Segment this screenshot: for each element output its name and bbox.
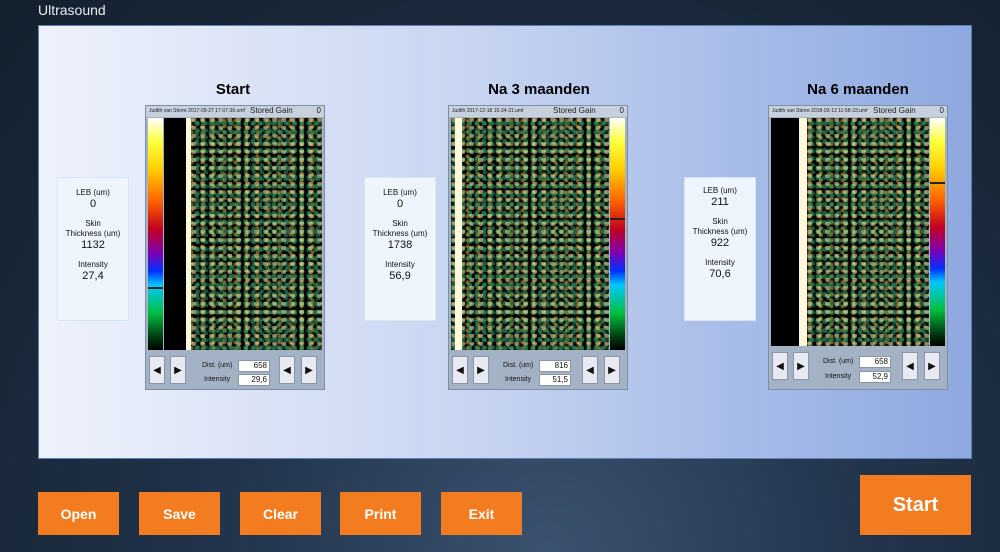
colorbar: [148, 118, 163, 350]
scan-header: Judith 2017-12-18 15-34-31.umf Stored Ga…: [449, 106, 627, 117]
leb-value: 0: [396, 198, 404, 210]
next-left-icon[interactable]: ▶: [170, 356, 186, 384]
intensity-readout-value[interactable]: 52,9: [859, 371, 891, 383]
skin-thickness-value: 1738: [387, 239, 413, 251]
start-button[interactable]: Start: [860, 475, 971, 535]
print-button[interactable]: Print: [340, 492, 421, 535]
measurement-box-6-months: LEB (um) 211 Skin Thickness (um) 922 Int…: [684, 177, 756, 321]
intensity-value: 56,9: [389, 270, 411, 282]
dist-label: Dist. (um): [202, 362, 233, 369]
leb-value: 211: [711, 196, 729, 208]
scan-header: Judith van Sterre 2018-03-13 11-58-33.um…: [769, 106, 947, 117]
image-dark-edge: [771, 118, 799, 346]
exit-button[interactable]: Exit: [441, 492, 522, 535]
skin-thickness-value: 922: [710, 237, 730, 249]
next-right-icon[interactable]: ▶: [301, 356, 317, 384]
ultrasound-image[interactable]: [451, 118, 609, 350]
scan-panel-6-months: Judith van Sterre 2018-03-13 11-58-33.um…: [768, 105, 948, 390]
next-left-icon[interactable]: ▶: [473, 356, 489, 384]
dist-value[interactable]: 658: [859, 356, 891, 368]
prev-right-icon[interactable]: ◀: [902, 352, 918, 380]
stored-gain-value: 0: [619, 106, 624, 115]
leb-label: LEB (um): [76, 188, 110, 197]
intensity-value: 27,4: [82, 270, 104, 282]
stored-gain-value: 0: [316, 106, 321, 115]
save-button[interactable]: Save: [139, 492, 220, 535]
next-right-icon[interactable]: ▶: [604, 356, 620, 384]
scan-filename: Judith 2017-12-18 15-34-31.umf: [452, 108, 524, 114]
dist-label: Dist. (um): [503, 362, 534, 369]
measurement-box-start: LEB (um) 0 Skin Thickness (um) 1132 Inte…: [57, 177, 129, 321]
skin-thickness-value: 1132: [81, 239, 105, 251]
dist-label: Dist. (um): [823, 358, 854, 365]
colorbar-marker[interactable]: [610, 217, 625, 220]
image-epidermis-line: [455, 118, 462, 350]
leb-label: LEB (um): [703, 186, 737, 195]
intensity-readout-value[interactable]: 29,6: [238, 374, 270, 386]
leb-value: 0: [89, 198, 97, 210]
dist-value[interactable]: 816: [539, 360, 571, 372]
thickness-label: Thickness (um): [692, 227, 748, 236]
colorbar: [610, 118, 625, 350]
intensity-label: Intensity: [705, 258, 735, 267]
intensity-readout-label: Intensity: [204, 376, 231, 383]
app-title: Ultrasound: [38, 2, 106, 18]
skin-label: Skin: [392, 219, 408, 228]
intensity-readout-label: Intensity: [825, 373, 852, 380]
intensity-value: 70,6: [709, 268, 731, 280]
next-left-icon[interactable]: ▶: [793, 352, 809, 380]
thickness-label: Thickness (um): [65, 229, 121, 238]
series-title-6-months: Na 6 maanden: [807, 81, 909, 98]
intensity-readout-label: Intensity: [505, 376, 532, 383]
scan-panel-3-months: Judith 2017-12-18 15-34-31.umf Stored Ga…: [448, 105, 628, 390]
intensity-label: Intensity: [78, 260, 108, 269]
scan-panel-start: Judith van Sterre 2017-09-27 17-07-30.um…: [145, 105, 325, 390]
open-button[interactable]: Open: [38, 492, 119, 535]
colorbar-marker[interactable]: [148, 287, 163, 290]
series-title-3-months: Na 3 maanden: [488, 81, 590, 98]
ultrasound-image[interactable]: [771, 118, 929, 346]
colorbar: [930, 118, 945, 346]
clear-button[interactable]: Clear: [240, 492, 321, 535]
image-epidermis-line: [186, 118, 191, 350]
scan-filename: Judith van Sterre 2017-09-27 17-07-30.um…: [149, 108, 245, 114]
prev-left-icon[interactable]: ◀: [452, 356, 468, 384]
leb-label: LEB (um): [383, 188, 417, 197]
stored-gain-label: Stored Gain: [873, 106, 916, 115]
skin-label: Skin: [85, 219, 101, 228]
stored-gain-label: Stored Gain: [553, 106, 596, 115]
scan-filename: Judith van Sterre 2018-03-13 11-58-33.um…: [772, 108, 868, 114]
measurement-box-3-months: LEB (um) 0 Skin Thickness (um) 1738 Inte…: [364, 177, 436, 321]
main-panel: Start LEB (um) 0 Skin Thickness (um) 113…: [38, 25, 972, 459]
prev-right-icon[interactable]: ◀: [279, 356, 295, 384]
image-epidermis-line: [799, 118, 807, 346]
scan-header: Judith van Sterre 2017-09-27 17-07-30.um…: [146, 106, 324, 117]
prev-right-icon[interactable]: ◀: [582, 356, 598, 384]
series-title-start: Start: [215, 81, 251, 98]
intensity-label: Intensity: [385, 260, 415, 269]
next-right-icon[interactable]: ▶: [924, 352, 940, 380]
ultrasound-image[interactable]: [164, 118, 322, 350]
thickness-label: Thickness (um): [372, 229, 428, 238]
prev-left-icon[interactable]: ◀: [772, 352, 788, 380]
stored-gain-label: Stored Gain: [250, 106, 293, 115]
image-dark-edge: [164, 118, 186, 350]
skin-label: Skin: [712, 217, 728, 226]
colorbar-marker[interactable]: [930, 181, 945, 184]
prev-left-icon[interactable]: ◀: [149, 356, 165, 384]
dist-value[interactable]: 658: [238, 360, 270, 372]
stored-gain-value: 0: [939, 106, 944, 115]
intensity-readout-value[interactable]: 51,5: [539, 374, 571, 386]
